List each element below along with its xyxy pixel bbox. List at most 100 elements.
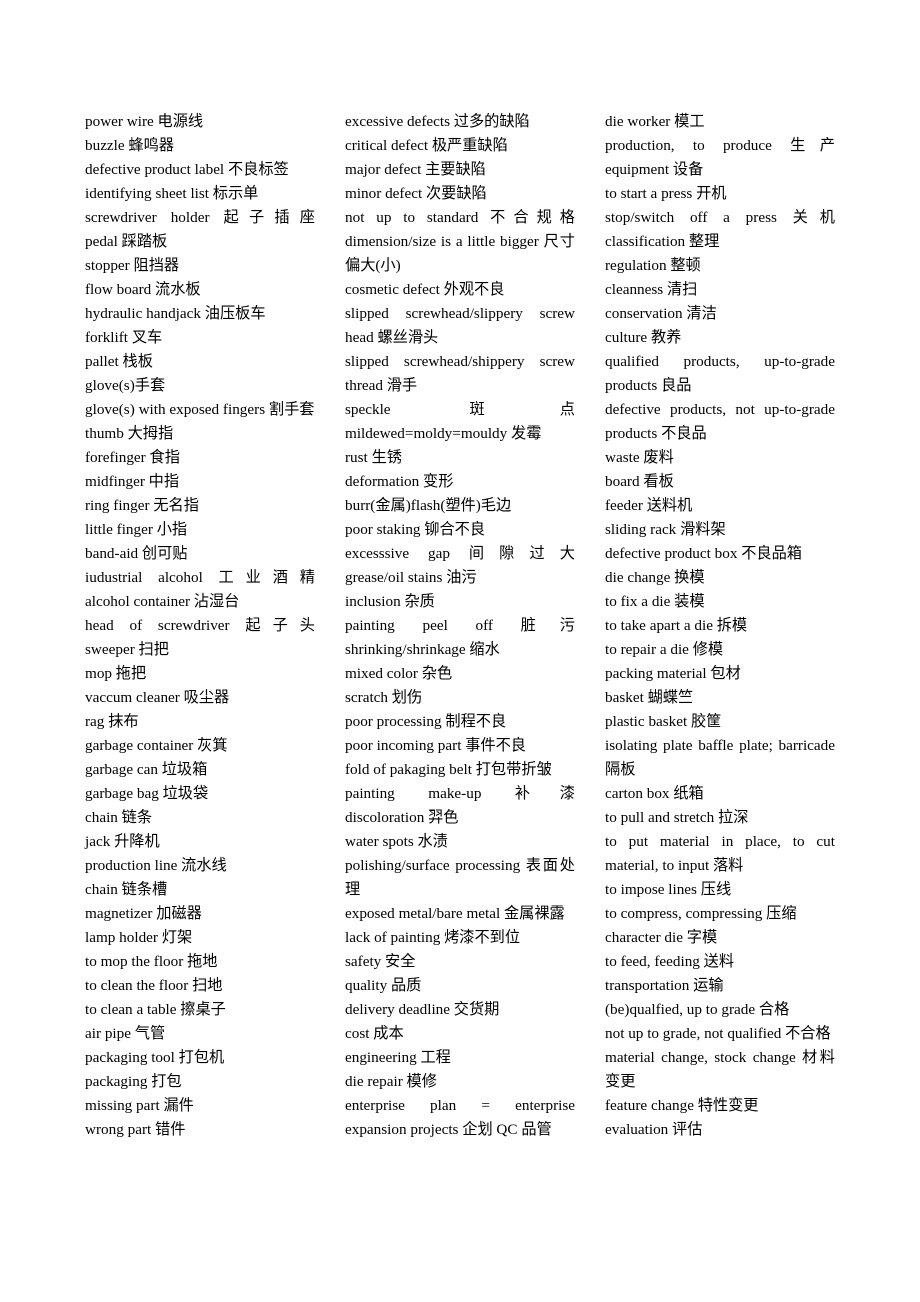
- glossary-entry: glove(s) with exposed fingers 割手套: [85, 401, 315, 418]
- glossary-entry: buzzle 蜂鸣器: [85, 137, 174, 154]
- glossary-entry: cost 成本: [345, 1025, 404, 1042]
- glossary-entry: packaging 打包: [85, 1073, 182, 1090]
- glossary-entry: to repair a die 修模: [605, 641, 724, 658]
- glossary-entry: polishing/surface processing 表面处理: [345, 857, 575, 898]
- glossary-entry: evaluation 评估: [605, 1121, 703, 1138]
- glossary-entry: cleanness 清扫: [605, 281, 698, 298]
- glossary-entry: die change 换模: [605, 569, 705, 586]
- glossary-column-2: excessive defects 过多的缺陷 critical defect 极…: [345, 110, 575, 1142]
- glossary-entry: chain 链条槽: [85, 881, 168, 898]
- glossary-entry: major defect 主要缺陷: [345, 161, 486, 178]
- glossary-entry: band-aid 创可贴: [85, 545, 188, 562]
- glossary-entry: quality 品质: [345, 977, 422, 994]
- glossary-entry: mildewed=moldy=mouldy 发霉: [345, 425, 542, 442]
- glossary-entry: to compress, compressing 压缩: [605, 905, 797, 922]
- glossary-entry: hydraulic handjack 油压板车: [85, 305, 266, 322]
- glossary-entry: rag 抹布: [85, 713, 139, 730]
- glossary-entry: excessive defects 过多的缺陷: [345, 113, 530, 130]
- glossary-entry: conservation 清洁: [605, 305, 717, 322]
- glossary-entry: poor staking 铆合不良: [345, 521, 486, 538]
- glossary-entry: to clean the floor 扫地: [85, 977, 223, 994]
- glossary-entry: carton box 纸箱: [605, 785, 704, 802]
- glossary-entry: board 看板: [605, 473, 674, 490]
- glossary-entry: glove(s)手套: [85, 377, 166, 394]
- glossary-entry: die worker 模工: [605, 113, 705, 130]
- glossary-entry: qualified products, up-to-grade products…: [605, 353, 835, 394]
- glossary-entry: transportation 运输: [605, 977, 724, 994]
- glossary-entry: mop 拖把: [85, 665, 147, 682]
- glossary-entry: feature change 特性变更: [605, 1097, 759, 1114]
- glossary-entry: defective products, not up-to-grade prod…: [605, 401, 835, 442]
- glossary-entry: ring finger 无名指: [85, 497, 199, 514]
- glossary-entry: poor processing 制程不良: [345, 713, 507, 730]
- glossary-entry: regulation 整顿: [605, 257, 701, 274]
- glossary-entry: midfinger 中指: [85, 473, 180, 490]
- glossary-entry: painting make-up 补漆: [345, 785, 575, 802]
- glossary-entry: waste 废料: [605, 449, 674, 466]
- glossary-entry: cosmetic defect 外观不良: [345, 281, 505, 298]
- glossary-entry: basket 蝴蝶竺: [605, 689, 694, 706]
- glossary-entry: grease/oil stains 油污: [345, 569, 477, 586]
- glossary-entry: fold of pakaging belt 打包带折皱: [345, 761, 552, 778]
- glossary-entry: discoloration 羿色: [345, 809, 459, 826]
- glossary-entry: exposed metal/bare metal 金属裸露: [345, 905, 565, 922]
- glossary-entry: sweeper 扫把: [85, 641, 169, 658]
- glossary-entry: little finger 小指: [85, 521, 188, 538]
- glossary-entry: to pull and stretch 拉深: [605, 809, 749, 826]
- glossary-entry: forefinger 食指: [85, 449, 180, 466]
- glossary-entry: engineering 工程: [345, 1049, 451, 1066]
- glossary-entry: safety 安全: [345, 953, 416, 970]
- glossary-entry: culture 教养: [605, 329, 682, 346]
- glossary-entry: isolating plate baffle plate; barricade …: [605, 737, 835, 778]
- glossary-columns: power wire 电源线 buzzle 蜂鸣器 defective produc…: [85, 110, 835, 1142]
- glossary-entry: pedal 踩踏板: [85, 233, 168, 250]
- glossary-entry: slipped screwhead/slippery screw head 螺丝…: [345, 305, 575, 346]
- glossary-entry: material change, stock change 材料变更: [605, 1049, 835, 1090]
- glossary-entry: flow board 流水板: [85, 281, 201, 298]
- glossary-entry: not up to standard 不合规格: [345, 209, 575, 226]
- glossary-entry: not up to grade, not qualified 不合格: [605, 1025, 831, 1042]
- glossary-entry: forklift 叉车: [85, 329, 163, 346]
- glossary-entry: screwdriver holder 起子插座: [85, 209, 315, 226]
- glossary-entry: chain 链条: [85, 809, 153, 826]
- glossary-entry: pallet 栈板: [85, 353, 153, 370]
- glossary-entry: critical defect 极严重缺陷: [345, 137, 508, 154]
- glossary-entry: stopper 阻挡器: [85, 257, 180, 274]
- glossary-entry: delivery deadline 交货期: [345, 1001, 500, 1018]
- glossary-entry: stop/switch off a press 关机: [605, 209, 835, 226]
- glossary-entry: sliding rack 滑料架: [605, 521, 726, 538]
- glossary-entry: defective product label 不良标签: [85, 161, 289, 178]
- glossary-entry: speckle 斑点: [345, 401, 575, 418]
- glossary-entry: excesssive gap 间隙过大: [345, 545, 575, 562]
- glossary-entry: to take apart a die 拆模: [605, 617, 748, 634]
- glossary-entry: to fix a die 装模: [605, 593, 705, 610]
- glossary-entry: iudustrial alcohol 工业酒精: [85, 569, 315, 586]
- glossary-entry: air pipe 气管: [85, 1025, 166, 1042]
- glossary-entry: deformation 变形: [345, 473, 454, 490]
- glossary-entry: scratch 划伤: [345, 689, 423, 706]
- glossary-entry: garbage container 灰箕: [85, 737, 228, 754]
- glossary-entry: thumb 大拇指: [85, 425, 174, 442]
- glossary-entry: painting peel off 脏污: [345, 617, 575, 634]
- glossary-entry: to feed, feeding 送料: [605, 953, 735, 970]
- glossary-entry: poor incoming part 事件不良: [345, 737, 526, 754]
- glossary-entry: slipped screwhead/shippery screw thread …: [345, 353, 575, 394]
- glossary-entry: shrinking/shrinkage 缩水: [345, 641, 500, 658]
- glossary-entry: production line 流水线: [85, 857, 227, 874]
- glossary-entry: alcohol container 沾湿台: [85, 593, 240, 610]
- glossary-entry: wrong part 错件: [85, 1121, 186, 1138]
- glossary-entry: inclusion 杂质: [345, 593, 435, 610]
- glossary-entry: garbage bag 垃圾袋: [85, 785, 209, 802]
- glossary-entry: rust 生锈: [345, 449, 402, 466]
- glossary-entry: minor defect 次要缺陷: [345, 185, 487, 202]
- glossary-entry: water spots 水渍: [345, 833, 448, 850]
- glossary-entry: to start a press 开机: [605, 185, 727, 202]
- glossary-entry: head of screwdriver 起子头: [85, 617, 315, 634]
- glossary-entry: garbage can 垃圾箱: [85, 761, 208, 778]
- glossary-entry: packing material 包材: [605, 665, 741, 682]
- glossary-column-1: power wire 电源线 buzzle 蜂鸣器 defective produc…: [85, 110, 315, 1142]
- glossary-entry: lack of painting 烤漆不到位: [345, 929, 521, 946]
- glossary-entry: defective product box 不良品箱: [605, 545, 802, 562]
- glossary-entry: to put material in place, to cut materia…: [605, 833, 835, 874]
- glossary-entry: power wire 电源线: [85, 113, 204, 130]
